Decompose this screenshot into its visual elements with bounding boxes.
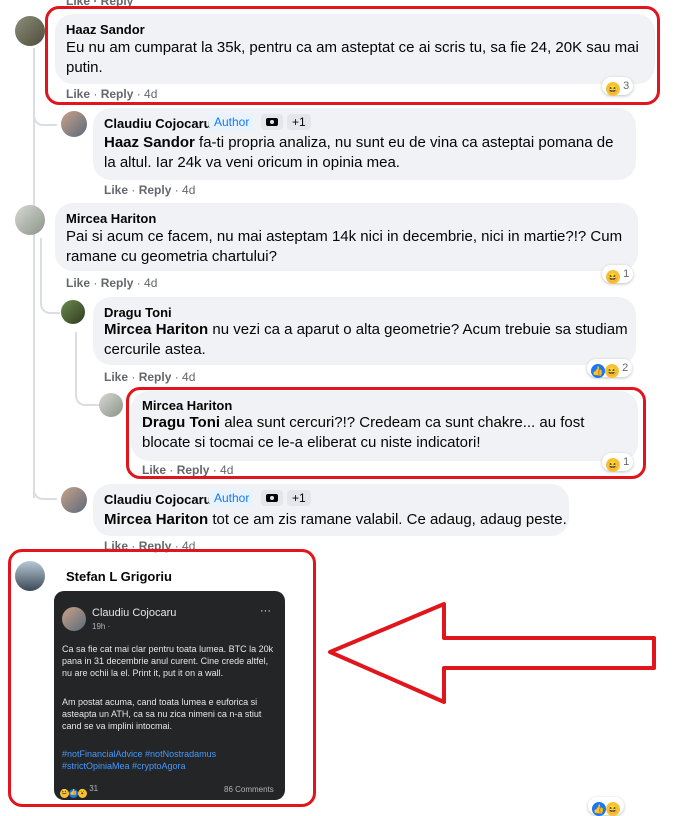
like-link[interactable]: Like <box>66 276 90 290</box>
comment-author[interactable]: Claudiu Cojocaru <box>104 492 212 507</box>
top-fan-badge-icon <box>261 490 283 506</box>
avatar[interactable] <box>99 393 123 417</box>
comment-text: Pai si acum ce facem, nu mai asteptam 14… <box>66 228 623 265</box>
avatar[interactable] <box>61 111 87 137</box>
comment-text: Mircea Hariton tot ce am zis ramane vala… <box>104 511 567 528</box>
extra-badge[interactable]: +1 <box>287 114 311 130</box>
reply-link[interactable]: Reply <box>139 183 172 197</box>
reply-link[interactable]: Reply <box>139 370 172 384</box>
comment-actions: Like · Reply · 4d <box>104 183 196 197</box>
reaction-count[interactable]: 😆 1 <box>602 265 634 284</box>
thread-line <box>40 238 42 298</box>
author-badge: Author <box>209 490 255 506</box>
comment-author[interactable]: Mircea Hariton <box>66 211 156 226</box>
like-link[interactable]: Like <box>104 370 128 384</box>
comment-text: Mircea Hariton nu vezi ca a aparut o alt… <box>104 321 628 358</box>
highlight-box <box>8 549 316 807</box>
haha-emoji-icon: 😆 <box>606 802 620 816</box>
comment-author[interactable]: Dragu Toni <box>104 305 172 320</box>
top-fan-badge-icon <box>261 114 283 130</box>
arrow-left-icon <box>328 602 656 704</box>
comment-time[interactable]: 4d <box>144 276 157 290</box>
avatar[interactable] <box>61 300 85 324</box>
highlight-box <box>45 6 660 105</box>
haha-emoji-icon: 😆 <box>605 364 619 378</box>
like-link[interactable]: Like <box>104 183 128 197</box>
mention-link[interactable]: Mircea Hariton <box>104 511 208 528</box>
avatar[interactable] <box>15 16 45 46</box>
thread-connector <box>40 290 60 314</box>
thread-connector <box>33 476 57 500</box>
comment-author[interactable]: Claudiu Cojocaru <box>104 116 212 131</box>
reply-link[interactable]: Reply <box>101 276 134 290</box>
comment-text: Haaz Sandor fa-ti propria analiza, nu su… <box>104 134 614 171</box>
thread-line <box>75 332 77 382</box>
comment-actions: Like · Reply · 4d <box>104 370 196 384</box>
like-emoji-icon: 👍 <box>591 364 605 378</box>
avatar[interactable] <box>61 487 87 513</box>
comment-time[interactable]: 4d <box>182 183 195 197</box>
mention-link[interactable]: Haaz Sandor <box>104 134 195 151</box>
author-badge: Author <box>209 114 255 130</box>
reaction-count[interactable]: 👍 😆 <box>588 797 624 816</box>
comment-actions: Like · Reply · 4d <box>66 276 158 290</box>
thread-connector <box>75 382 99 406</box>
avatar[interactable] <box>15 205 45 235</box>
haha-emoji-icon: 😆 <box>606 270 620 284</box>
reaction-count[interactable]: 👍 😆 2 <box>587 359 633 378</box>
comment-time[interactable]: 4d <box>182 370 195 384</box>
mention-link[interactable]: Mircea Hariton <box>104 321 208 338</box>
extra-badge[interactable]: +1 <box>287 490 311 506</box>
like-emoji-icon: 👍 <box>592 802 606 816</box>
highlight-box <box>126 387 646 479</box>
